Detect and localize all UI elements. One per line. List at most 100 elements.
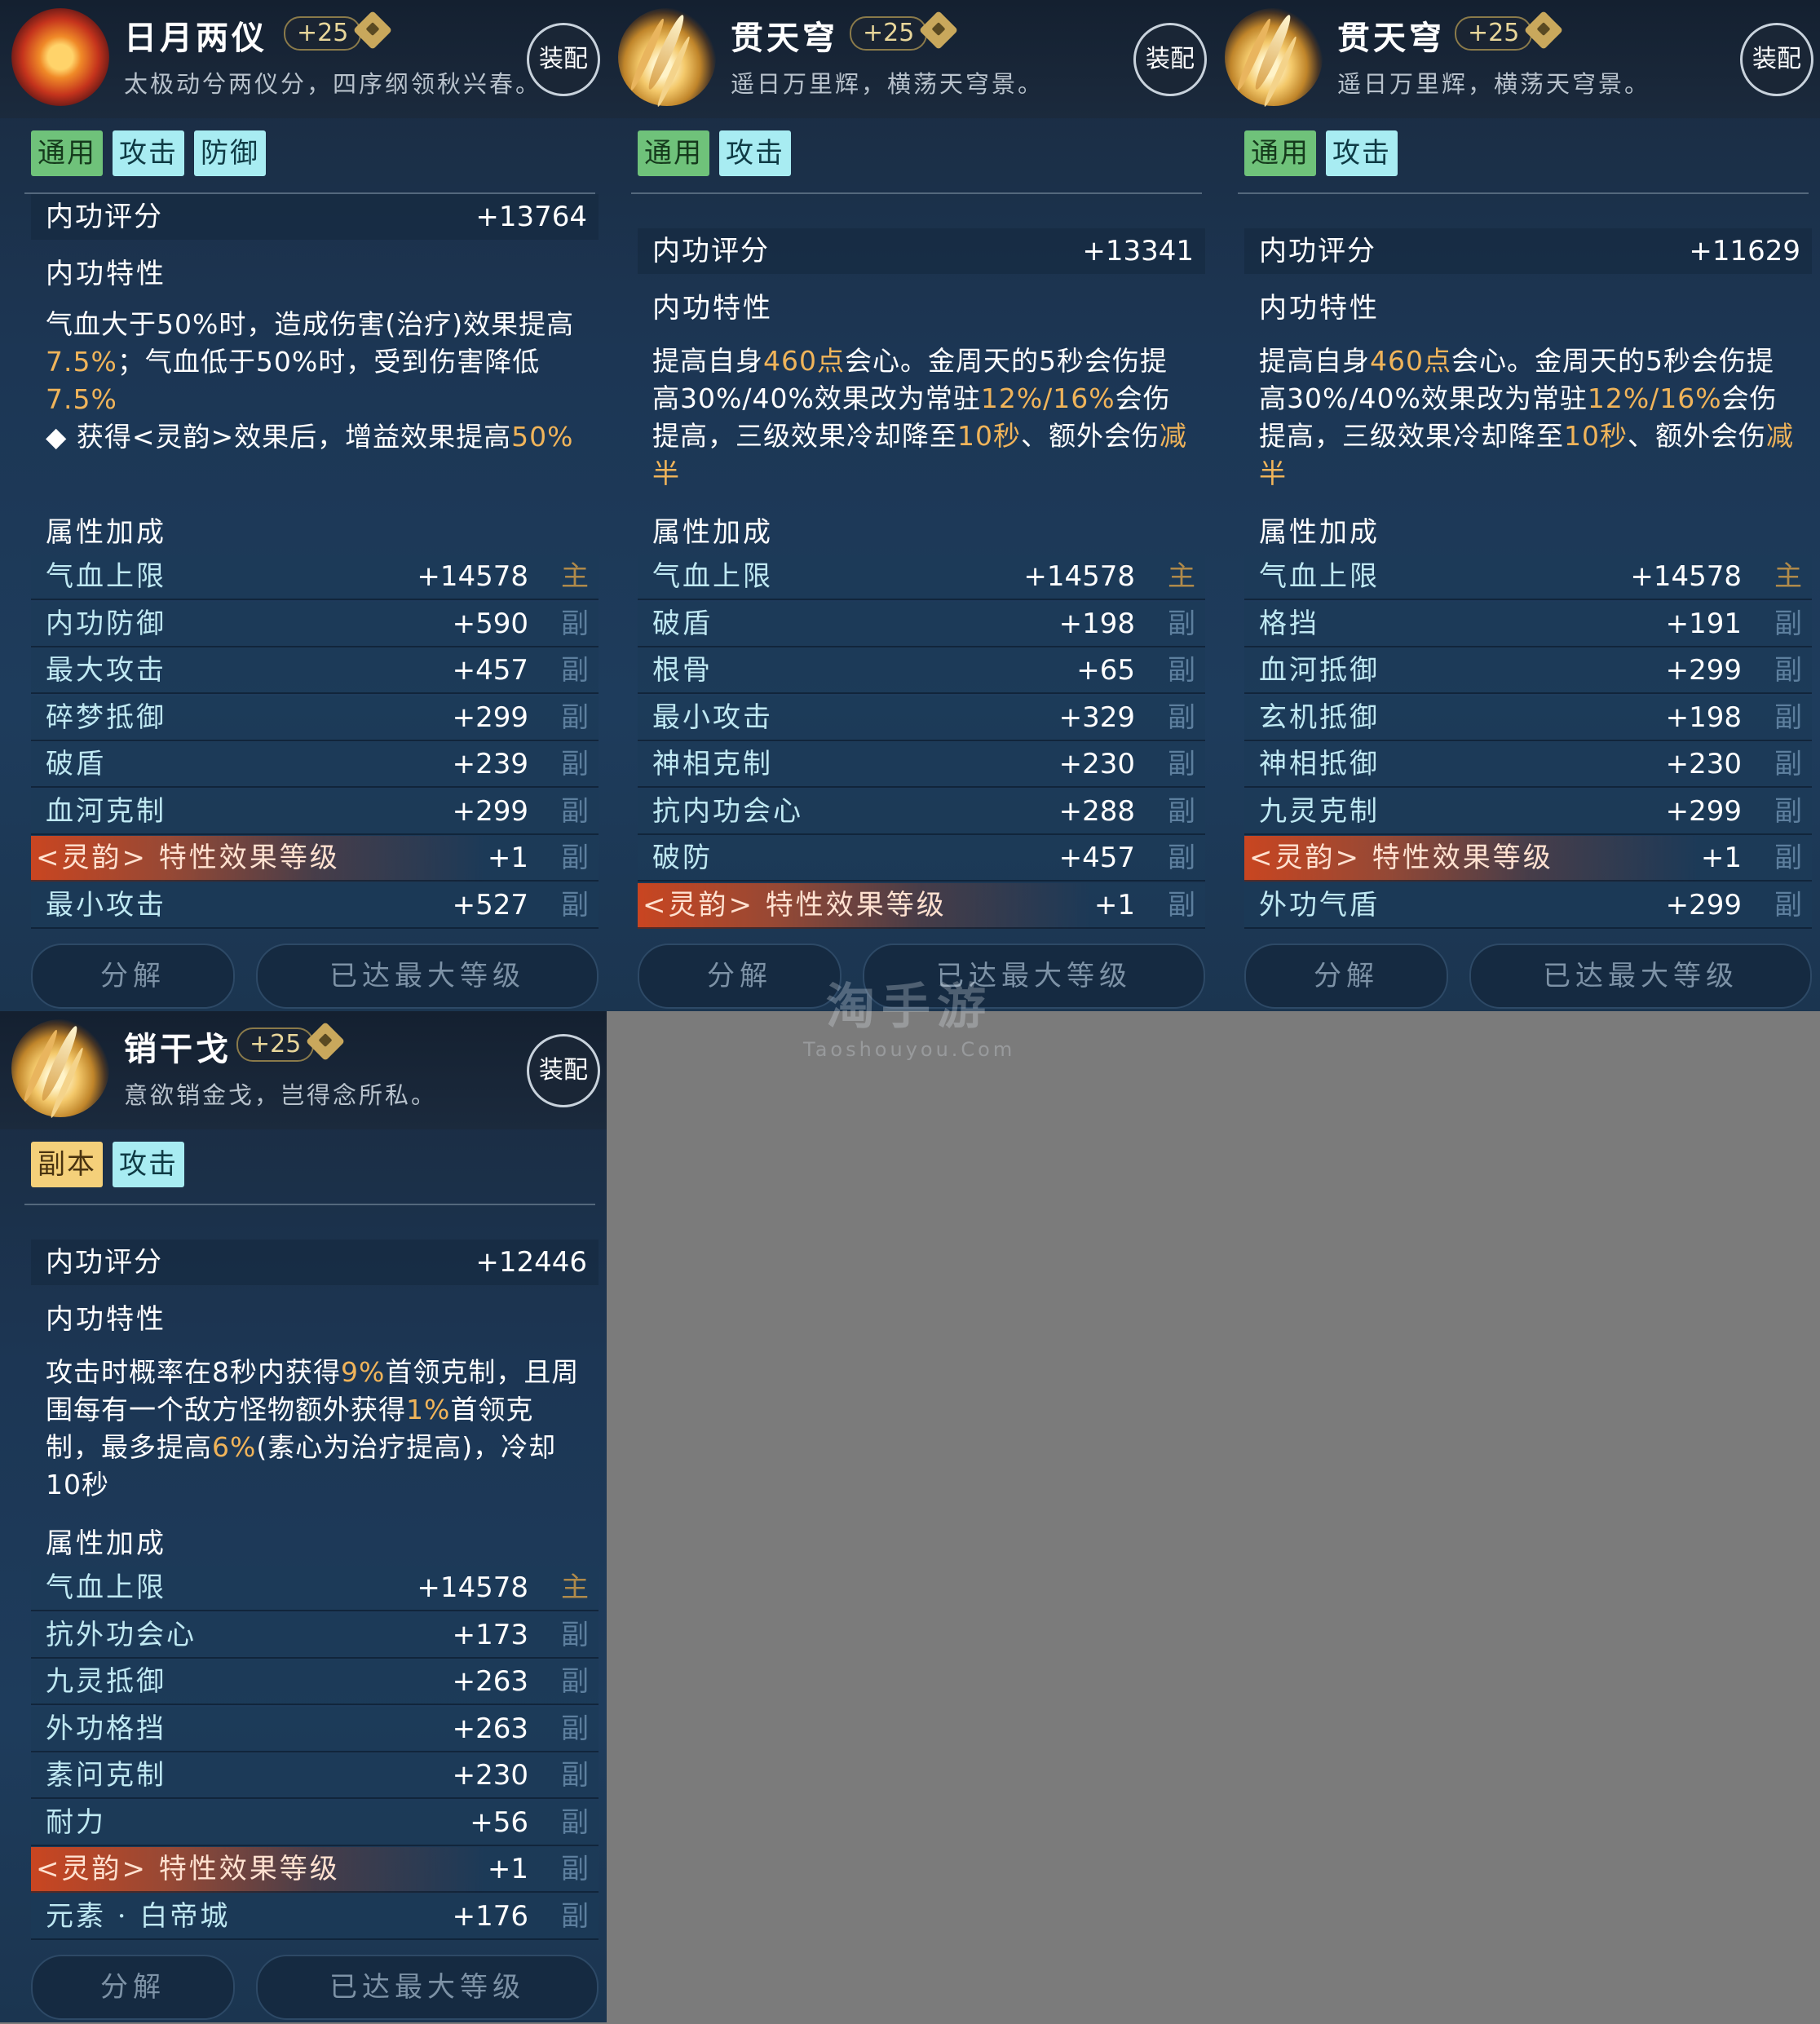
tag-list: 副本 攻击 (31, 1142, 184, 1187)
score-row: 内功评分 +11629 (1244, 228, 1812, 274)
attr-value: +14578 (1630, 560, 1742, 593)
watermark: 淘手游 Taoshouyou.Com (803, 967, 1015, 1061)
sub-attr-tag: 副 (1774, 700, 1802, 734)
sub-attr-tag: 副 (561, 748, 589, 780)
attr-row: 抗外功会心 +173 副 (31, 1612, 599, 1659)
blade-emblem-icon (618, 8, 716, 106)
attr-name: 破盾 (46, 748, 106, 780)
attr-row: 最大攻击 +457 副 (31, 648, 599, 694)
desc-text: 、额外会伤 (1021, 420, 1160, 452)
equip-button[interactable]: 装配 (1740, 23, 1813, 96)
attr-row: 破防 +457 副 (638, 836, 1205, 882)
attr-row: 素问克制 +230 副 (31, 1753, 599, 1799)
desc-text: 、额外会伤 (1628, 420, 1766, 452)
attr-title: 属性加成 (46, 1527, 166, 1560)
attr-name: 抗外功会心 (46, 1618, 197, 1651)
tag-list: 通用 攻击 防御 (31, 130, 266, 176)
attr-row: 格挡 +191 副 (1244, 601, 1812, 647)
score-label: 内功评分 (652, 235, 770, 267)
attr-row: 血河抵御 +299 副 (1244, 648, 1812, 694)
desc-text: 气血大于50%时，造成伤害(治疗)效果提高 (46, 308, 575, 340)
sub-attr-tag: 副 (1168, 842, 1195, 874)
desc-text: 攻击时概率在8秒内获得 (46, 1356, 341, 1388)
equip-button[interactable]: 装配 (1133, 23, 1207, 96)
attr-row: <灵韵> 特性效果等级 +1 副 (31, 1847, 599, 1893)
sub-attr-tag: 副 (561, 1853, 589, 1885)
decompose-button[interactable]: 分解 (31, 944, 235, 1009)
trait-description: 提高自身460点会心。金周天的5秒会伤提高30%/40%效果改为常驻12%/16… (652, 342, 1191, 493)
attr-name: 神相克制 (652, 748, 773, 780)
attr-value: +173 (452, 1618, 528, 1651)
attr-value: +1 (1093, 888, 1135, 921)
attr-row: 内功防御 +590 副 (31, 601, 599, 647)
attr-row: 抗内功会心 +288 副 (638, 789, 1205, 835)
attr-row: 气血上限 +14578 主 (1244, 555, 1812, 600)
attr-name: 素问克制 (46, 1759, 166, 1792)
attr-value: +299 (1665, 888, 1742, 921)
attr-name: <灵韵> 特性效果等级 (36, 1853, 340, 1885)
sub-attr-tag: 副 (1168, 794, 1195, 828)
attr-name: 最小攻击 (46, 888, 166, 921)
attr-name: 玄机抵御 (1259, 700, 1380, 734)
highlight-value: 7.5% (46, 383, 117, 415)
item-name: 贯天穹 (731, 19, 838, 57)
decompose-button[interactable]: 分解 (31, 1955, 235, 2020)
sub-attr-tag: 副 (1168, 748, 1195, 780)
trait-title: 内功特性 (1259, 292, 1380, 325)
sub-attr-tag: 副 (561, 1805, 589, 1839)
attr-name: 最小攻击 (652, 700, 773, 734)
max-level-button[interactable]: 已达最大等级 (256, 1955, 599, 2020)
attr-row: 气血上限 +14578 主 (638, 555, 1205, 600)
sub-attr-tag: 副 (1168, 888, 1195, 921)
level-badge: +25 (284, 16, 362, 51)
attr-title: 属性加成 (652, 516, 773, 549)
tag-list: 通用 攻击 (1244, 130, 1398, 176)
trait-title: 内功特性 (46, 258, 166, 290)
category-tag: 通用 (638, 130, 709, 176)
attr-value: +263 (452, 1665, 528, 1698)
attr-row: 外功格挡 +263 副 (31, 1706, 599, 1752)
sub-attr-tag: 副 (1168, 700, 1195, 734)
max-level-button[interactable]: 已达最大等级 (256, 944, 599, 1009)
item-motto: 遥日万里辉，横荡天穹景。 (731, 70, 1045, 98)
attr-row: <灵韵> 特性效果等级 +1 副 (1244, 836, 1812, 882)
attr-name: 外功气盾 (1259, 888, 1380, 921)
trait-description: 攻击时概率在8秒内获得9%首领克制，且周围每有一个敌方怪物额外获得1%首领克制，… (46, 1354, 584, 1504)
equipment-card: 贯天穹 +25 遥日万里辉，横荡天穹景。 装配 通用 攻击 内功评分 +11629 内功特性 提高… (1213, 0, 1820, 1011)
decompose-button[interactable]: 分解 (1244, 944, 1448, 1009)
attr-row: 耐力 +56 副 (31, 1800, 599, 1846)
attr-value: +329 (1058, 700, 1135, 734)
sub-attr-tag: 副 (561, 1899, 589, 1933)
attr-row: 九灵克制 +299 副 (1244, 789, 1812, 835)
attr-title: 属性加成 (1259, 516, 1380, 549)
attr-name: 破防 (652, 842, 713, 874)
attr-value: +56 (470, 1805, 528, 1839)
score-row: 内功评分 +13764 (31, 194, 599, 240)
attr-row: 神相抵御 +230 副 (1244, 742, 1812, 788)
attr-row: 外功气盾 +299 副 (1244, 882, 1812, 929)
attr-value: +14578 (1023, 560, 1135, 593)
equip-button[interactable]: 装配 (527, 23, 600, 96)
attr-value: +590 (452, 607, 528, 640)
attr-row: 气血上限 +14578 主 (31, 1566, 599, 1611)
attr-value: +263 (452, 1712, 528, 1745)
attr-value: +14578 (417, 1571, 528, 1604)
attr-value: +299 (452, 794, 528, 828)
attr-name: 气血上限 (46, 1571, 166, 1604)
highlight-value: 12%/16% (1587, 382, 1722, 414)
score-row: 内功评分 +12446 (31, 1240, 599, 1285)
trait-title: 内功特性 (46, 1303, 166, 1336)
attr-value: +14578 (417, 560, 528, 593)
level-badge: +25 (850, 16, 928, 51)
category-tag: 攻击 (719, 130, 791, 176)
sub-attr-tag: 副 (561, 794, 589, 828)
max-level-button[interactable]: 已达最大等级 (1469, 944, 1812, 1009)
attr-name: 抗内功会心 (652, 794, 803, 828)
attr-value: +191 (1665, 607, 1742, 640)
equip-button[interactable]: 装配 (527, 1034, 600, 1107)
attr-row: 破盾 +239 副 (31, 742, 599, 788)
attr-name: 气血上限 (1259, 560, 1380, 593)
attr-value: +176 (452, 1899, 528, 1933)
category-tag: 副本 (31, 1142, 103, 1187)
divider (631, 192, 1202, 194)
